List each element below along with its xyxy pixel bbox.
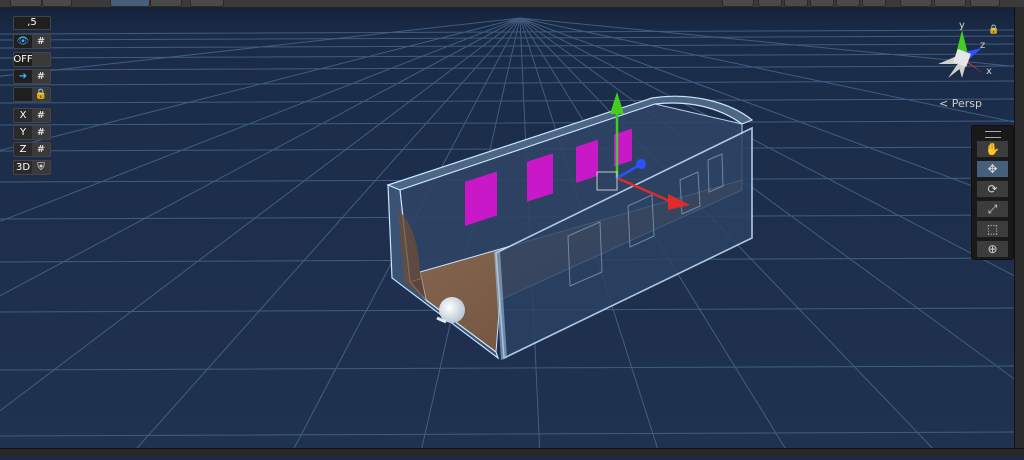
- right-edge-panel: [1014, 7, 1024, 449]
- y-axis-snap[interactable]: Y #: [13, 125, 51, 140]
- scene-viewport[interactable]: y z x 🔒: [0, 0, 1024, 457]
- toolbar-button[interactable]: [970, 0, 1000, 7]
- toolbar-button[interactable]: [190, 0, 224, 7]
- increment-snap-toggle[interactable]: ➜ #: [13, 69, 51, 84]
- rect-icon: ⬚: [986, 222, 999, 236]
- toolbar-button[interactable]: [42, 0, 72, 7]
- rotate-icon: ⟳: [987, 182, 998, 196]
- toggle-off-label: OFF: [13, 54, 33, 65]
- status-strip: [0, 448, 1024, 456]
- toolbar-button[interactable]: [862, 0, 886, 7]
- toolbar-button[interactable]: [150, 0, 182, 7]
- toggle-slot: [32, 53, 50, 66]
- transform-tool[interactable]: ⊕: [976, 240, 1009, 258]
- grid-icon: #: [32, 126, 50, 139]
- camera-mode-label: Persp: [951, 97, 982, 110]
- hand-tool[interactable]: ✋: [976, 140, 1009, 158]
- mode-3d-toggle[interactable]: 3D ⛨: [13, 160, 51, 175]
- scale-tool[interactable]: ⤢: [976, 200, 1009, 218]
- grid-snap-toggle[interactable]: OFF: [13, 52, 51, 67]
- visibility-grid-toggle[interactable]: 👁 #: [13, 34, 51, 49]
- x-axis-snap[interactable]: X #: [13, 108, 51, 123]
- toolbar-button[interactable]: [810, 0, 834, 7]
- lock-icon[interactable]: 🔒: [988, 24, 999, 35]
- grid-icon: #: [32, 143, 50, 156]
- grid-icon: #: [32, 35, 50, 48]
- gizmo-y-label: y: [959, 20, 965, 31]
- snap-increment-field[interactable]: ,5: [13, 16, 51, 30]
- hand-icon: ✋: [985, 142, 1000, 156]
- toolbar-button[interactable]: [758, 0, 782, 7]
- grid-icon: #: [32, 109, 50, 122]
- shield-icon: ⛨: [32, 161, 50, 174]
- gizmo-x-label: x: [986, 66, 992, 77]
- toolbar-button[interactable]: [110, 0, 150, 7]
- z-axis-handle[interactable]: [636, 159, 646, 169]
- arrow-right-icon: ➜: [18, 71, 28, 82]
- transform-icon: ⊕: [987, 242, 998, 256]
- toolbar-button[interactable]: [784, 0, 808, 7]
- window: [576, 139, 598, 183]
- move-tool[interactable]: ✥: [976, 160, 1009, 178]
- grid-icon: #: [32, 70, 50, 83]
- scale-icon: ⤢: [987, 201, 998, 216]
- eye-icon: 👁: [16, 36, 30, 47]
- scene-toolbar-strip: [0, 0, 1024, 8]
- tools-panel: ✋ ✥ ⟳ ⤢ ⬚ ⊕: [971, 125, 1014, 260]
- toolbar-button[interactable]: [934, 0, 966, 7]
- toggle-slot: [14, 88, 32, 101]
- lock-icon: 🔒: [32, 88, 50, 101]
- toolbar-button[interactable]: [836, 0, 860, 7]
- drag-handle-icon[interactable]: [985, 131, 1001, 138]
- rect-tool[interactable]: ⬚: [976, 220, 1009, 238]
- lock-toggle[interactable]: 🔒: [13, 87, 51, 102]
- scene-canvas[interactable]: y z x 🔒: [0, 0, 1024, 457]
- toolbar-button[interactable]: [722, 0, 754, 7]
- axis-x-label: X: [14, 109, 32, 122]
- mode-3d-label: 3D: [14, 161, 32, 174]
- rotate-tool[interactable]: ⟳: [976, 180, 1009, 198]
- axis-y-label: Y: [14, 126, 32, 139]
- z-axis-snap[interactable]: Z #: [13, 142, 51, 157]
- move-icon: ✥: [987, 162, 998, 176]
- window: [527, 153, 553, 202]
- toolbar-button[interactable]: [10, 0, 42, 7]
- gizmo-z-label: z: [980, 40, 985, 51]
- camera-mode-toggle[interactable]: < Persp: [939, 97, 982, 110]
- axis-z-label: Z: [14, 143, 32, 156]
- toolbar-button[interactable]: [900, 0, 932, 7]
